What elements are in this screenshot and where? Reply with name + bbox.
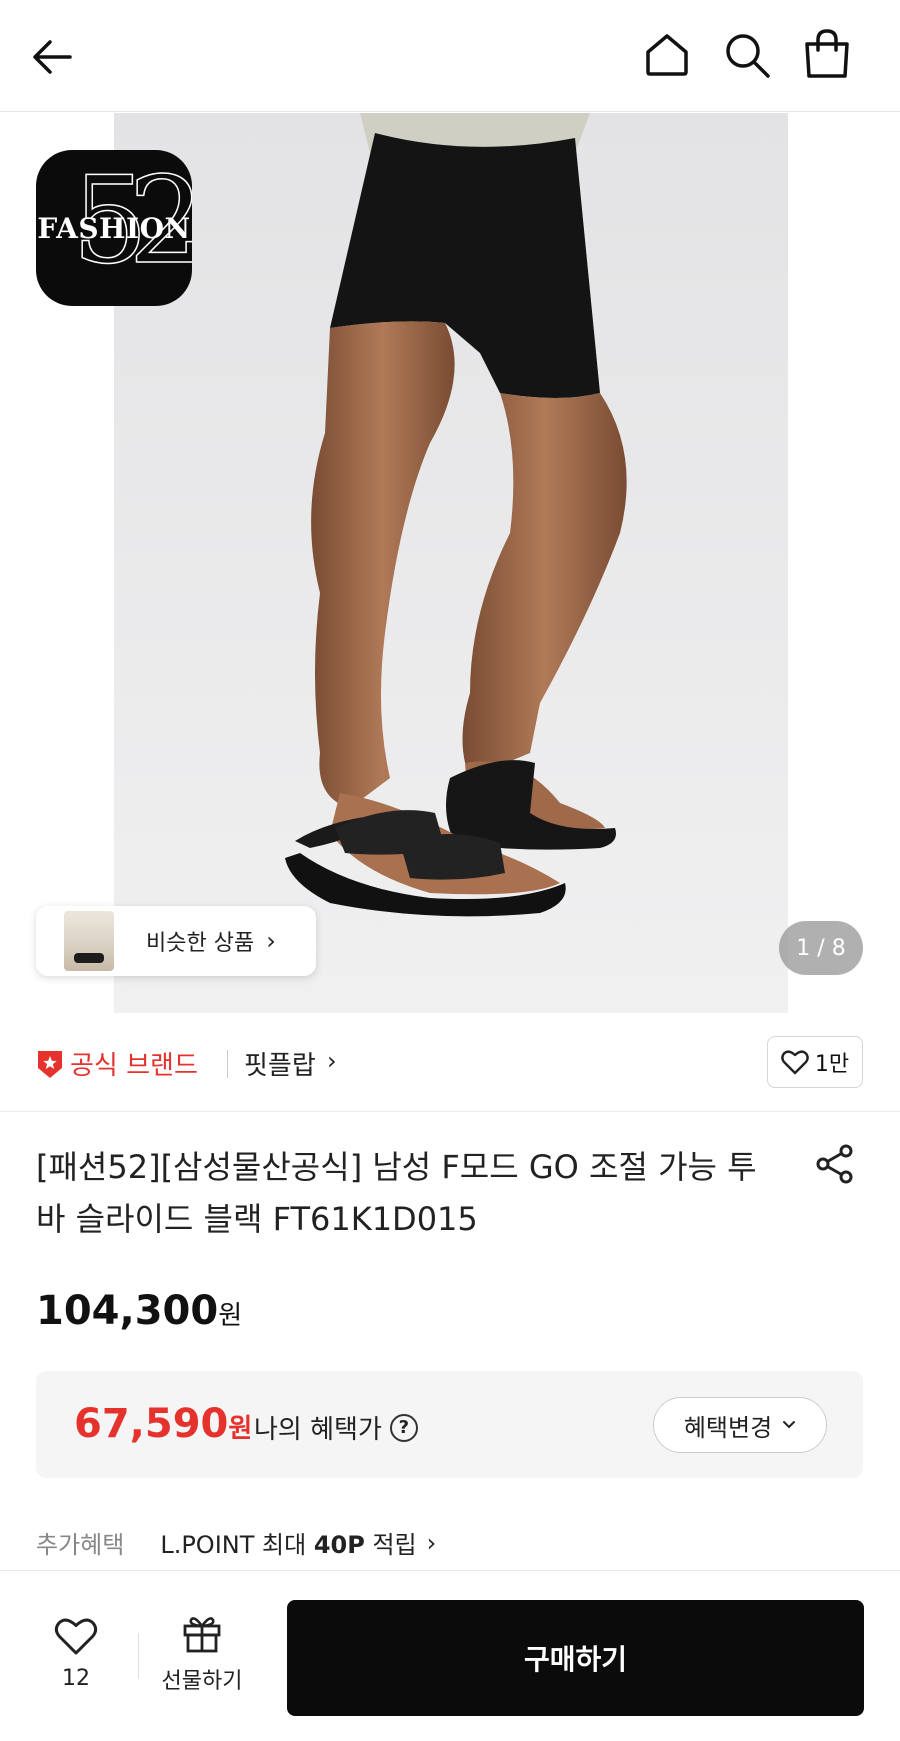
similar-product-thumbnail	[64, 911, 114, 971]
extra-benefit-value: L.POINT 최대 40P 적립	[160, 1525, 416, 1560]
brand-row: 공식 브랜드 핏플랍 › 1만	[0, 1014, 900, 1112]
extra-benefit-key: 추가혜택	[36, 1531, 125, 1559]
product-price: 104,300원	[36, 1288, 242, 1334]
divider	[227, 1050, 228, 1078]
similar-products-label: 비슷한 상품	[146, 931, 255, 956]
benefit-price-box: 67,590원 나의 혜택가 ? 혜택변경	[36, 1371, 863, 1478]
benefit-price: 67,590원	[74, 1401, 252, 1447]
gift-label: 선물하기	[161, 1669, 243, 1694]
change-benefit-label: 혜택변경	[683, 1413, 773, 1442]
benefit-price-unit: 원	[228, 1414, 253, 1444]
top-bar	[0, 0, 900, 112]
brand-logo-text: FASHION	[37, 211, 191, 245]
benefit-price-value: 67,590	[74, 1401, 229, 1447]
wishlist-count: 12	[62, 1666, 90, 1691]
benefit-label-group: 나의 혜택가 ?	[254, 1409, 418, 1446]
chevron-right-icon[interactable]: ›	[327, 1047, 337, 1075]
chevron-down-icon	[783, 1421, 796, 1429]
home-icon[interactable]	[642, 30, 692, 80]
heart-icon	[781, 1050, 809, 1075]
change-benefit-button[interactable]: 혜택변경	[653, 1397, 827, 1453]
search-icon[interactable]	[722, 30, 772, 80]
extra-benefit-points: 40P	[313, 1531, 365, 1559]
shopping-bag-icon[interactable]	[802, 28, 852, 80]
arrow-left-icon[interactable]	[30, 34, 76, 80]
extra-benefit-suffix: 적립	[364, 1531, 417, 1559]
shield-star-icon	[38, 1050, 62, 1078]
share-icon[interactable]	[814, 1143, 856, 1185]
brand-logo: 52 FASHION	[36, 150, 192, 306]
wishlist-button[interactable]: 12	[48, 1616, 104, 1691]
official-brand-badge: 공식 브랜드	[36, 1045, 198, 1082]
official-brand-label: 공식 브랜드	[70, 1051, 198, 1081]
gift-icon	[183, 1617, 221, 1653]
image-pager: 1 / 8	[779, 921, 863, 975]
price-unit: 원	[218, 1301, 243, 1331]
similar-products-button[interactable]: 비슷한 상품 ›	[36, 906, 316, 976]
bottom-action-bar: 12 선물하기 구매하기	[0, 1570, 900, 1741]
extra-benefit-row[interactable]: 추가혜택 L.POINT 최대 40P 적립 ›	[36, 1525, 436, 1560]
chevron-right-icon: ›	[426, 1528, 437, 1557]
brand-link[interactable]: 핏플랍	[244, 1045, 316, 1082]
price-value: 104,300	[36, 1288, 219, 1334]
chevron-right-icon: ›	[266, 927, 276, 955]
like-brand-button[interactable]: 1만	[767, 1036, 863, 1088]
product-image-carousel[interactable]: 52 FASHION 비슷한 상품 › 1 / 8	[0, 113, 900, 1013]
image-margin-right	[788, 113, 900, 1013]
product-title: [패션52][삼성물산공식] 남성 F모드 GO 조절 가능 투 바 슬라이드 …	[36, 1148, 757, 1238]
buy-button[interactable]: 구매하기	[287, 1600, 864, 1716]
divider	[138, 1633, 139, 1679]
gift-button[interactable]: 선물하기	[152, 1613, 252, 1695]
heart-icon	[54, 1618, 98, 1655]
benefit-label: 나의 혜택가	[254, 1415, 382, 1445]
help-icon[interactable]: ?	[389, 1413, 418, 1442]
extra-benefit-prefix: L.POINT 최대	[160, 1531, 314, 1559]
like-count: 1만	[814, 1052, 850, 1077]
